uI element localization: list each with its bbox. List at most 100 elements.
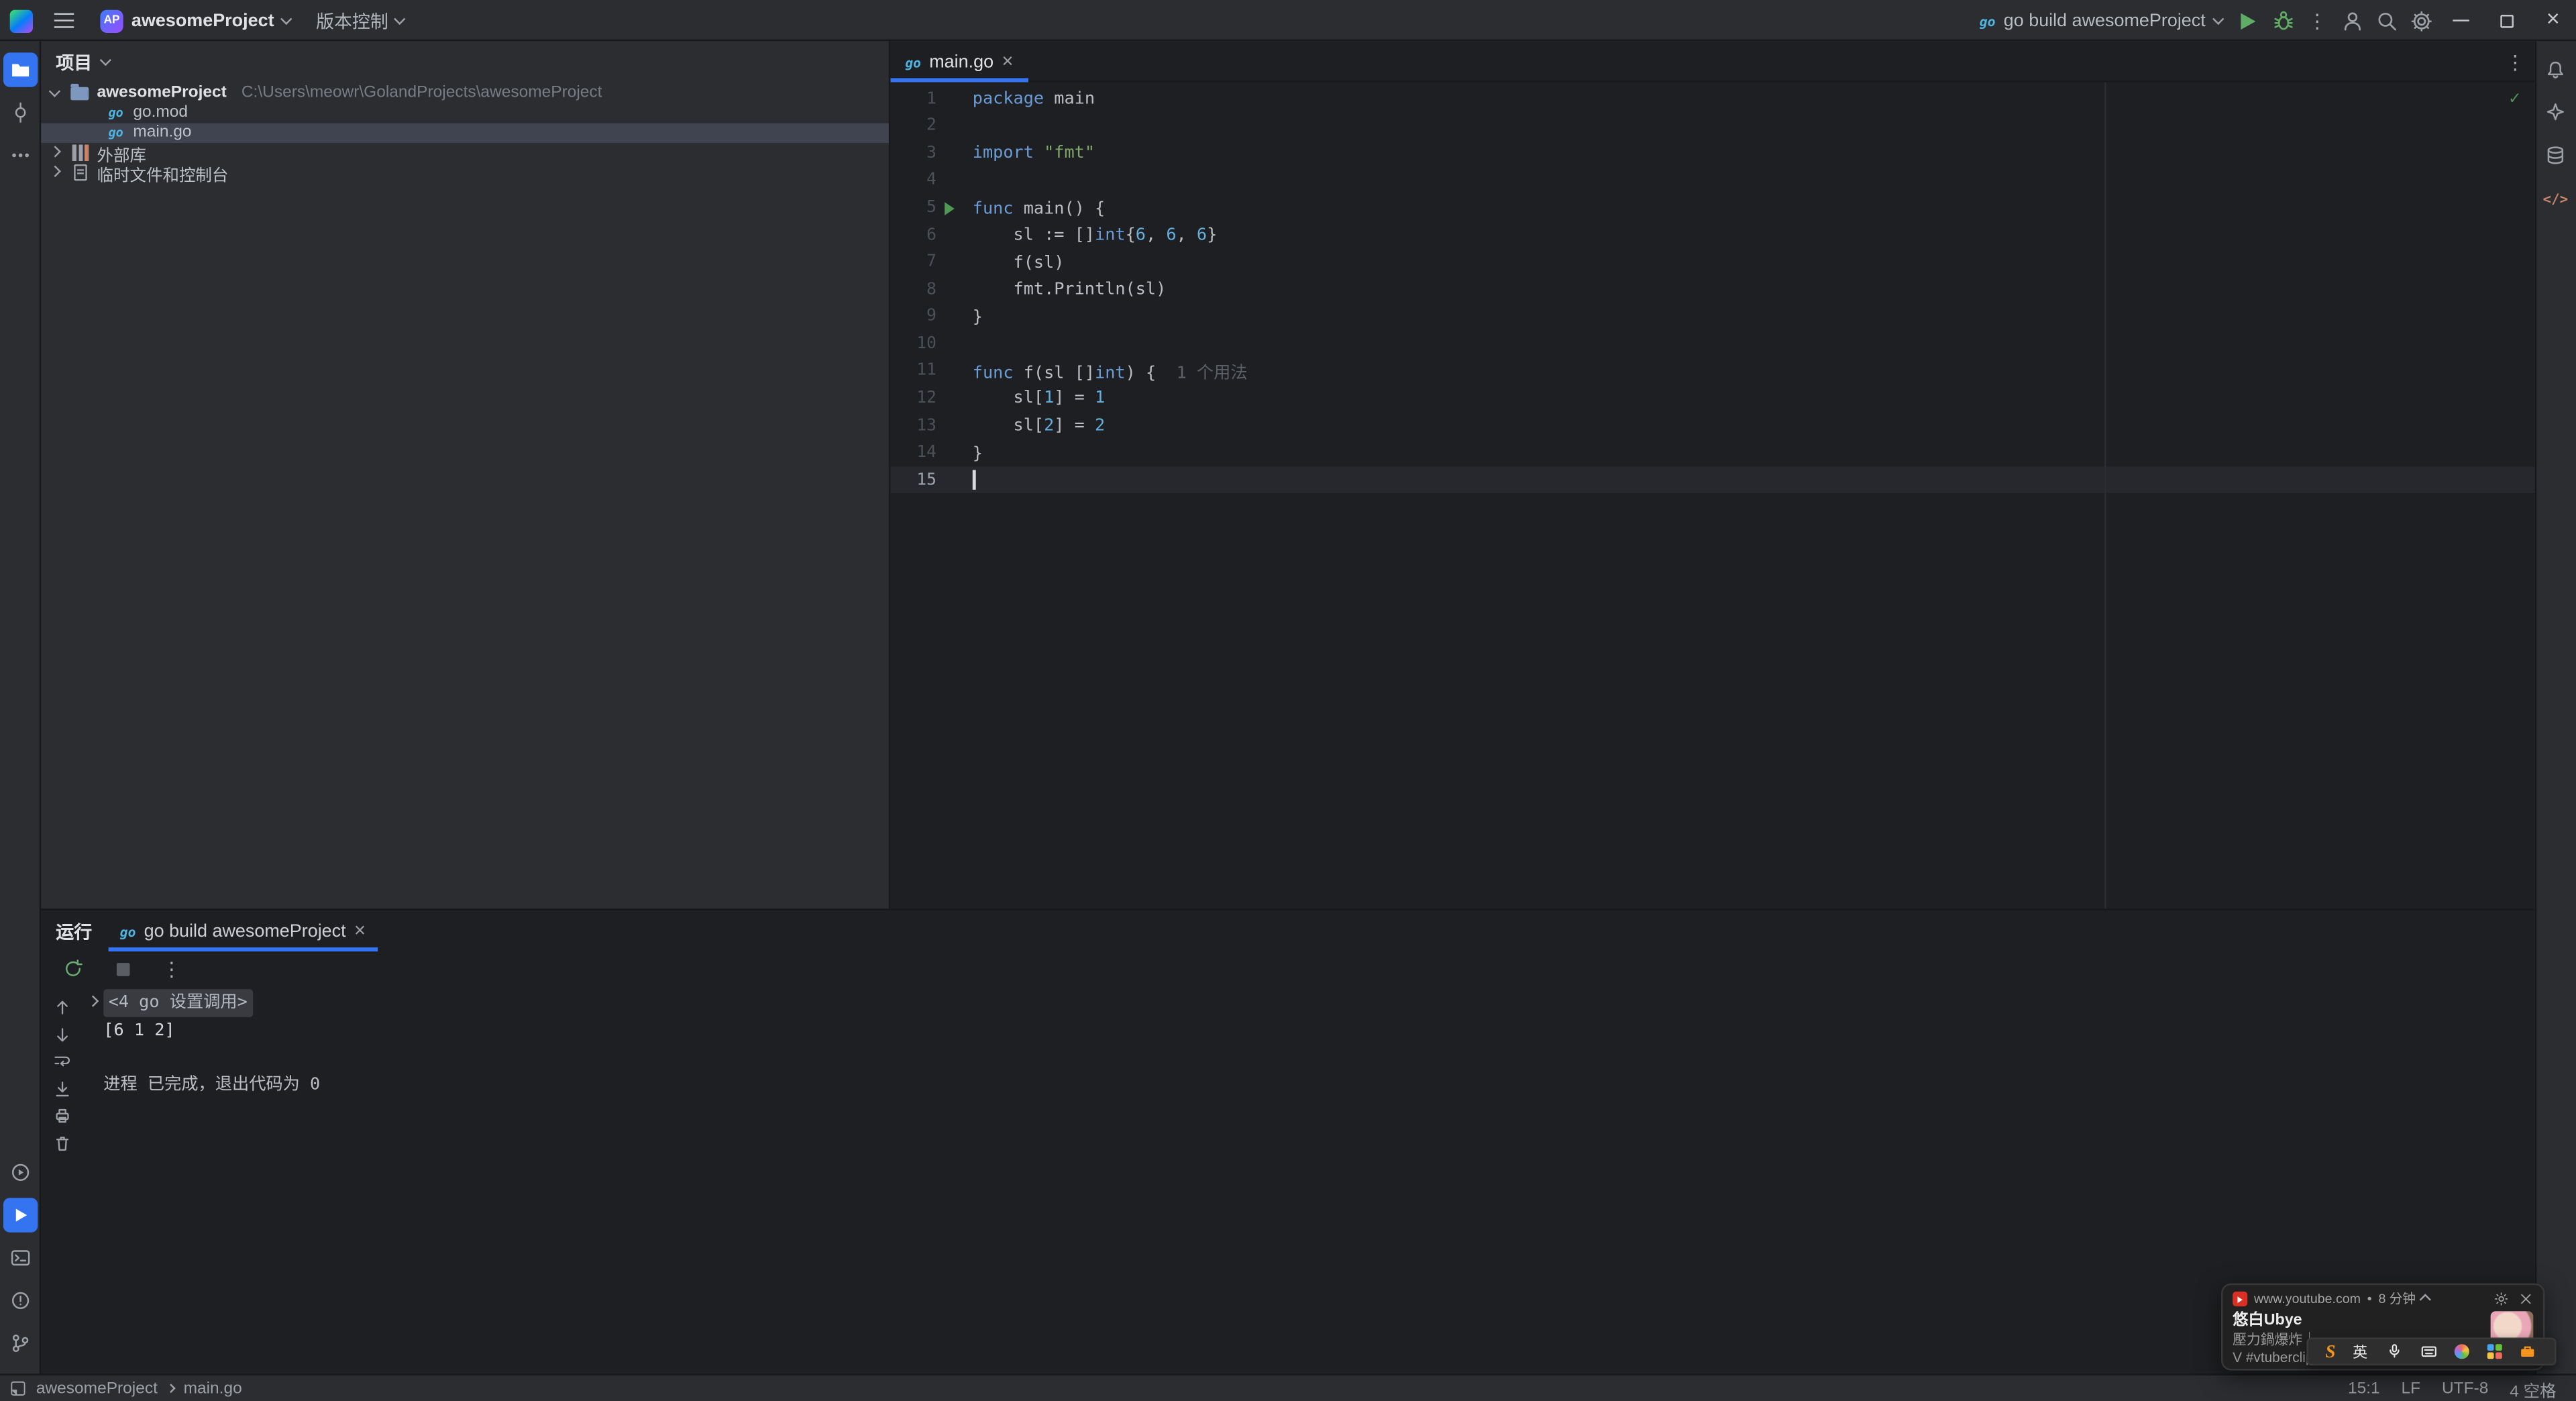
console-line: [6 1 2]: [85, 1017, 2534, 1044]
run-tab-close-icon[interactable]: [354, 921, 366, 941]
run-toolbar: [41, 951, 2535, 986]
project-tool-button[interactable]: [3, 52, 38, 87]
margin-guide: [2104, 82, 2106, 909]
folded-region[interactable]: <4 go 设置调用>: [103, 989, 253, 1017]
code-with-me-button[interactable]: [2334, 3, 2369, 38]
code-line-10[interactable]: 10: [890, 330, 2534, 358]
close-button[interactable]: [2530, 0, 2576, 41]
code-line-4[interactable]: 4: [890, 167, 2534, 195]
run-config-name: go build awesomeProject: [2003, 10, 2206, 31]
vcs-widget[interactable]: 版本控制: [306, 3, 413, 38]
code-line-14[interactable]: 14}: [890, 439, 2534, 467]
caret-position[interactable]: 15:1: [2348, 1380, 2380, 1398]
tree-item-临时文件和控制台[interactable]: 临时文件和控制台: [41, 163, 889, 183]
maximize-button[interactable]: [2484, 0, 2530, 41]
run-tool-button[interactable]: [3, 1197, 38, 1232]
fold-expand-icon[interactable]: [87, 996, 99, 1006]
code-line-8[interactable]: 8 fmt.Println(sl): [890, 276, 2534, 303]
notifications-button[interactable]: [2538, 52, 2573, 86]
indent-style[interactable]: 4 空格: [2510, 1376, 2556, 1401]
tree-item-go.mod[interactable]: go.mod: [41, 103, 889, 123]
code-line-9[interactable]: 9}: [890, 303, 2534, 331]
tree-item-awesomeProject[interactable]: awesomeProject C:\Users\meowr\GolandProje…: [41, 82, 889, 102]
main-menu-button[interactable]: [46, 3, 80, 38]
chevron-down-icon: [394, 13, 406, 24]
editor-tab-main-go[interactable]: main.go: [890, 41, 1028, 82]
code-line-2[interactable]: 2: [890, 113, 2534, 140]
more-tools-button[interactable]: [3, 137, 38, 171]
database-tool-button[interactable]: [2538, 137, 2573, 171]
minimize-button[interactable]: [2438, 0, 2484, 41]
terminal-tool-button[interactable]: [3, 1240, 38, 1274]
project-name: awesomeProject: [131, 10, 274, 31]
toolbox-icon[interactable]: [2519, 1343, 2537, 1361]
tool-window-layout-icon[interactable]: [10, 1380, 26, 1396]
code-line-11[interactable]: 11 func f(sl []int) { 1 个用法: [890, 358, 2534, 385]
scroll-to-end-icon[interactable]: [52, 1079, 71, 1098]
sogou-logo-icon[interactable]: S: [2325, 1342, 2335, 1361]
line-number: 15: [916, 471, 936, 489]
line-ending[interactable]: LF: [2402, 1380, 2421, 1398]
breadcrumb-file[interactable]: main.go: [184, 1380, 242, 1398]
code-line-5[interactable]: 5 func main() {: [890, 195, 2534, 222]
more-actions-button[interactable]: [2300, 3, 2334, 38]
code-line-1[interactable]: 1 package main: [890, 85, 2534, 113]
inspection-status-icon[interactable]: ✓: [2510, 87, 2520, 109]
search-everywhere-button[interactable]: [2369, 3, 2403, 38]
breadcrumb-project[interactable]: awesomeProject: [36, 1380, 158, 1398]
app-grid-icon[interactable]: [2487, 1344, 2502, 1359]
console-output[interactable]: <4 go 设置调用> [6 1 2] 进程 已完成，退出代码为 0: [82, 986, 2534, 1373]
code-line-3[interactable]: 3 import "fmt": [890, 140, 2534, 167]
code-line-13[interactable]: 13 sl[2] = 2: [890, 412, 2534, 439]
console-more-button[interactable]: [154, 951, 189, 986]
down-stack-icon[interactable]: [52, 1025, 71, 1044]
status-bar: awesomeProject main.go 15:1 LF UTF-8 4 空…: [0, 1373, 2576, 1401]
folder-icon: [70, 83, 89, 100]
debug-button[interactable]: [2265, 3, 2300, 38]
console-text: [6 1 2]: [103, 1019, 175, 1040]
notification-close-icon[interactable]: [2518, 1292, 2533, 1306]
microphone-icon[interactable]: [2385, 1343, 2403, 1361]
code-line-12[interactable]: 12 sl[1] = 1: [890, 385, 2534, 413]
tab-options-icon[interactable]: [2506, 47, 2525, 76]
tab-close-icon[interactable]: [1002, 52, 1013, 71]
code-line-15[interactable]: 15: [890, 466, 2535, 494]
tree-item-外部库[interactable]: 外部库: [41, 143, 889, 163]
code-tool-button[interactable]: [2538, 180, 2573, 214]
problems-tool-button[interactable]: [3, 1282, 38, 1316]
project-widget[interactable]: AP awesomeProject: [91, 3, 300, 38]
tree-collapsed-chevron-icon[interactable]: [50, 166, 60, 177]
services-tool-button[interactable]: [3, 1154, 38, 1188]
commit-icon: [15, 101, 26, 122]
settings-button[interactable]: [2404, 3, 2438, 38]
commit-tool-button[interactable]: [3, 95, 38, 129]
run-tool-window: 运行 go build awesomeProject: [41, 909, 2535, 1374]
code-line-7[interactable]: 7 f(sl): [890, 249, 2534, 276]
code-line-6[interactable]: 6 sl := []int{6, 6, 6}: [890, 221, 2534, 249]
input-language-indicator[interactable]: 英: [2353, 1341, 2367, 1362]
keyboard-icon[interactable]: [2420, 1343, 2438, 1361]
chevron-up-icon[interactable]: [2420, 1295, 2432, 1306]
run-tab[interactable]: go build awesomeProject: [109, 911, 378, 951]
up-stack-icon[interactable]: [52, 998, 71, 1017]
code-editor[interactable]: ✓ 1 package main 2 3 import "fmt" 4 5 func main…: [890, 82, 2535, 909]
notification-settings-icon[interactable]: [2494, 1292, 2509, 1306]
rerun-button[interactable]: [56, 951, 90, 986]
rerun-icon: [65, 959, 83, 976]
run-button[interactable]: [2231, 3, 2265, 38]
git-tool-button[interactable]: [3, 1325, 38, 1359]
soft-wrap-icon[interactable]: [52, 1051, 71, 1071]
tree-item-main.go[interactable]: main.go: [41, 122, 889, 143]
tree-expanded-chevron-icon[interactable]: [50, 85, 60, 96]
tree-collapsed-chevron-icon[interactable]: [50, 146, 60, 157]
stop-button[interactable]: [105, 951, 140, 986]
run-main-gutter-icon[interactable]: [943, 201, 954, 215]
skin-palette-icon[interactable]: [2455, 1344, 2471, 1359]
ai-assistant-button[interactable]: [2538, 95, 2573, 129]
clear-console-icon[interactable]: [52, 1133, 71, 1153]
chevron-down-icon[interactable]: [100, 54, 111, 66]
file-encoding[interactable]: UTF-8: [2442, 1380, 2488, 1398]
print-icon[interactable]: [52, 1106, 71, 1125]
run-config-widget[interactable]: go build awesomeProject: [1970, 3, 2231, 38]
